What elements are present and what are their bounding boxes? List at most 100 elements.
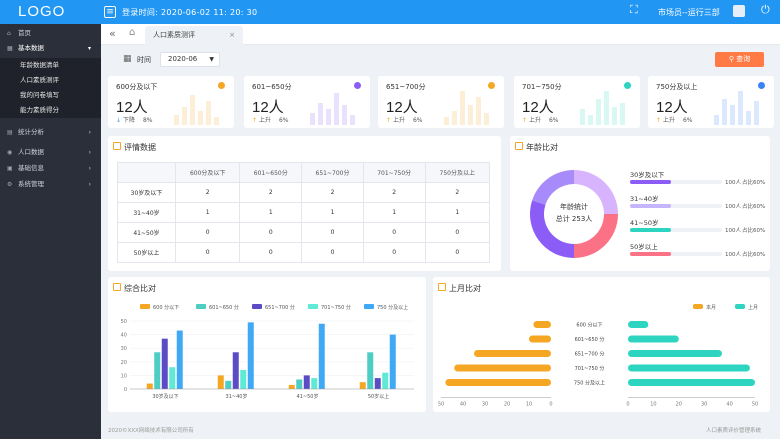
table-header-row: 600分及以下 601~650分 651~700分 701~750分 750分及以上 <box>117 162 491 183</box>
trend-pct: 6% <box>682 117 693 124</box>
bar <box>359 382 366 389</box>
sidebar-subitem[interactable]: 年龄数据清单 <box>0 58 101 73</box>
sidebar-subitem[interactable]: 人口素质测评 <box>0 73 101 88</box>
sparkline-bar <box>596 99 601 125</box>
search-button[interactable]: ⚲ 查询 <box>715 52 764 67</box>
sparkline-bar <box>588 115 593 125</box>
kpi-card: 701~750分 12人 ↑ 上升 6% <box>514 76 640 128</box>
sidebar-toggle-icon[interactable]: ≡ <box>104 6 116 18</box>
sparkline-bars-icon <box>310 89 360 125</box>
y-tick-label: 20 <box>121 360 127 366</box>
bar-left <box>474 350 551 357</box>
column-header: 750分及以上 <box>424 162 491 183</box>
trend-text: 上升 <box>662 117 675 124</box>
age-label: 41~50岁 <box>630 219 659 227</box>
x-tick-label: 50 <box>438 402 444 408</box>
sparkline-bar <box>738 91 743 125</box>
table-cell: 1 <box>424 202 491 223</box>
fullscreen-icon[interactable]: ⛶ <box>630 3 638 17</box>
kpi-label: 701~750分 <box>522 83 562 91</box>
table-cell: 41~50岁 <box>117 222 176 243</box>
status-dot-icon <box>624 82 631 89</box>
review-table: 600分及以下 601~650分 651~700分 701~750分 750分及以上 30… <box>117 162 491 263</box>
legend-label: 701~750 分 <box>321 304 351 311</box>
panel-title: 年龄比对 <box>526 143 558 152</box>
arrow-up-icon: ↑ <box>386 117 393 124</box>
arrow-up-icon: ↑ <box>522 117 529 124</box>
age-icon <box>515 142 523 150</box>
tab-active[interactable]: 人口素质测评 × <box>145 26 243 45</box>
sidebar-item-system[interactable]: ⚙ 系统管理 › <box>0 178 101 191</box>
sparkline-bar <box>350 115 355 125</box>
sparkline-bar <box>746 111 751 125</box>
column-header <box>117 162 176 183</box>
column-header: 651~700分 <box>301 162 364 183</box>
bar <box>169 367 176 389</box>
user-name[interactable]: 市场员--运行三部 <box>658 7 720 18</box>
filter-label: 时间 <box>137 56 151 64</box>
bar <box>288 384 295 389</box>
bar <box>247 322 254 389</box>
age-ratio: 占比60% <box>742 228 766 234</box>
bar <box>367 352 374 389</box>
bar <box>154 352 161 389</box>
home-icon[interactable]: ⌂ <box>129 27 135 38</box>
age-ratio: 占比60% <box>742 180 766 186</box>
chevron-down-icon: ▼ <box>209 56 214 63</box>
grid-icon: ▦ <box>7 45 13 52</box>
x-tick-label: 41~50岁 <box>297 393 319 400</box>
month-select[interactable]: 2020-06 ▼ <box>160 52 220 67</box>
kpi-label: 601~650分 <box>252 83 292 91</box>
status-dot-icon <box>488 82 495 89</box>
bar <box>176 330 183 389</box>
kpi-trend: ↑ 上升 6% <box>252 115 288 124</box>
sidebar-item-stats[interactable]: ▤ 统计分析 › <box>0 126 101 139</box>
sidebar-item-home[interactable]: ⌂ 首页 <box>0 27 101 40</box>
bar-right <box>628 379 755 386</box>
column-header: 601~650分 <box>239 162 303 183</box>
sidebar-item-basic-data[interactable]: ▦ 基本数据 ▾ <box>0 42 101 55</box>
sparkline-bar <box>214 117 219 125</box>
legend-label: 600 分以下 <box>153 304 179 311</box>
bar <box>311 378 318 389</box>
sidebar-item-population[interactable]: ◉ 人口数据 › <box>0 146 101 159</box>
kpi-card: 750分及以上 12人 ↑ 上升 6% <box>648 76 774 128</box>
bar <box>217 375 224 389</box>
x-tick-label: 40 <box>460 402 466 408</box>
sparkline-bar <box>722 99 727 125</box>
age-count: 100人 <box>725 204 741 210</box>
collapse-icon[interactable]: « <box>109 27 116 40</box>
sparkline-bar <box>326 109 331 125</box>
sparkline-bar <box>206 101 211 125</box>
category-label: 600 分以下 <box>576 322 602 329</box>
sidebar-item-info[interactable]: ▣ 基础信息 › <box>0 162 101 175</box>
close-icon[interactable]: × <box>229 26 235 45</box>
avatar[interactable] <box>733 5 745 17</box>
sidebar-subitem[interactable]: 能力素质得分 <box>0 103 101 118</box>
sparkline-bar <box>730 105 735 125</box>
chevron-right-icon: › <box>88 129 91 136</box>
power-icon[interactable]: ⏻ <box>761 3 770 17</box>
y-tick-label: 50 <box>121 319 127 325</box>
x-tick-label: 30岁及以下 <box>152 393 178 400</box>
category-label: 601~650 分 <box>575 336 605 343</box>
filter-bar: ▦ 时间 2020-06 ▼ ⚲ 查询 <box>101 45 780 73</box>
bar <box>232 352 239 389</box>
table-cell: 2 <box>301 182 364 203</box>
kpi-value: 12人 <box>386 99 418 116</box>
login-time: 登录时间: 2020-06-02 11: 20: 30 <box>122 8 258 17</box>
kpi-trend: ↑ 上升 6% <box>386 115 422 124</box>
sparkline-bar <box>190 95 195 125</box>
sparkline-bar <box>444 117 449 125</box>
legend-label: 750 分及以上 <box>377 304 408 311</box>
bar-right <box>628 335 679 343</box>
monthly-chart: 本月 上月 600 分以下 601~650 分 651~700 分 701~750 分 75… <box>438 304 758 408</box>
category-label: 701~750 分 <box>575 365 605 372</box>
x-tick-label: 0 <box>549 402 552 408</box>
sparkline-bar <box>174 115 179 125</box>
sparkline-bar <box>476 97 481 125</box>
table-cell: 0 <box>362 222 426 243</box>
y-tick-label: 0 <box>124 387 127 393</box>
sidebar-subitem[interactable]: 我的问卷填写 <box>0 88 101 103</box>
age-count: 100人 <box>725 228 741 234</box>
